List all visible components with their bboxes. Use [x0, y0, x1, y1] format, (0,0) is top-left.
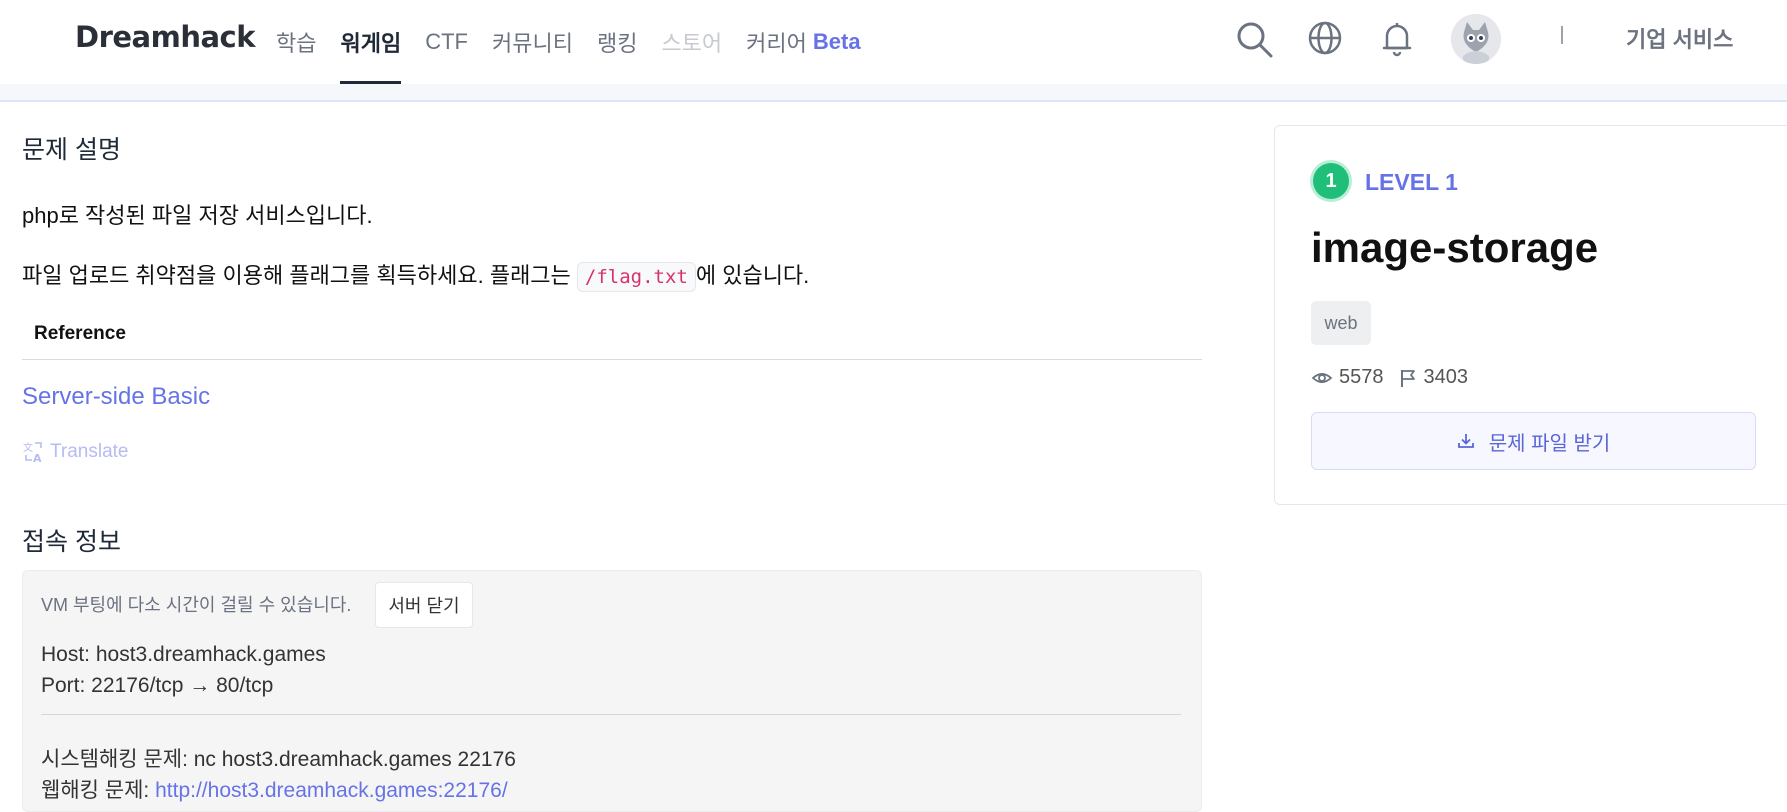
problem-description-title: 문제 설명 [22, 136, 121, 164]
system-hacking-command: 시스템해킹 문제: nc host3.dreamhack.games 22176 [41, 748, 516, 771]
host-info: Host: host3.dreamhack.games [41, 643, 326, 666]
description-text-before: 파일 업로드 취약점을 이용해 플래그를 획득하세요. 플래그는 [22, 263, 577, 288]
nav-wargame[interactable]: 워게임 [340, 0, 401, 84]
download-challenge-file-button[interactable]: 문제 파일 받기 [1311, 412, 1756, 470]
flag-icon [1400, 369, 1415, 387]
reference-header: Reference [34, 323, 126, 344]
connection-info-title: 접속 정보 [22, 528, 121, 556]
web-hacking-label: 웹해킹 문제: [41, 779, 156, 802]
nav-ctf[interactable]: CTF [425, 0, 468, 84]
download-label: 문제 파일 받기 [1488, 432, 1611, 455]
top-header: Dreamhack 학습 워게임 CTF 커뮤니티 랭킹 스토어 커리어 Beta… [0, 0, 1787, 85]
challenge-stats: 5578 3403 [1311, 366, 1482, 389]
header-strip [0, 84, 1787, 102]
nav-learning[interactable]: 학습 [276, 0, 316, 84]
level-badge: 1 [1313, 163, 1349, 199]
reference-divider [22, 359, 1202, 360]
close-server-button[interactable]: 서버 닫기 [375, 582, 473, 628]
search-icon[interactable] [1233, 18, 1275, 60]
description-text-after: 에 있습니다. [695, 263, 810, 288]
solves-count: 3403 [1423, 366, 1469, 388]
beta-badge: Beta [812, 29, 861, 54]
solves-stat: 3403 [1398, 366, 1469, 389]
svg-text:A: A [33, 452, 42, 464]
web-hacking-link[interactable]: http://host3.dreamhack.games:22176/ [155, 779, 508, 802]
enterprise-service-link[interactable]: 기업 서비스 [1626, 22, 1733, 54]
views-count: 5578 [1339, 366, 1384, 388]
connection-info-box: VM 부팅에 다소 시간이 걸릴 수 있습니다. 서버 닫기 Host: hos… [22, 570, 1202, 812]
svg-text:文: 文 [23, 441, 33, 454]
nav-community[interactable]: 커뮤니티 [492, 0, 573, 84]
globe-icon[interactable] [1304, 18, 1346, 60]
translate-icon: 文 A [23, 441, 42, 464]
reference-link-server-side-basic[interactable]: Server-side Basic [22, 383, 210, 411]
dreamhack-logo[interactable]: Dreamhack [75, 20, 256, 54]
download-icon [1457, 434, 1474, 448]
challenge-title: image-storage [1311, 224, 1599, 271]
nav-store[interactable]: 스토어 [661, 0, 722, 84]
eye-icon [1311, 372, 1333, 383]
level-label: LEVEL 1 [1365, 169, 1458, 195]
vm-boot-note: VM 부팅에 다소 시간이 걸릴 수 있습니다. [41, 595, 352, 615]
nav-career[interactable]: 커리어 Beta [746, 0, 860, 84]
connection-divider [41, 714, 1181, 715]
nav-ranking[interactable]: 랭킹 [597, 0, 637, 84]
challenge-card: 1 LEVEL 1 image-storage web 5578 3403 문제… [1274, 125, 1787, 505]
user-avatar[interactable] [1451, 14, 1501, 64]
flag-path-code: /flag.txt [576, 262, 696, 292]
description-line-2: 파일 업로드 취약점을 이용해 플래그를 획득하세요. 플래그는 /flag.t… [22, 258, 810, 292]
bell-icon[interactable] [1376, 18, 1418, 60]
translate-label: Translate [50, 441, 129, 462]
translate-button[interactable]: 文 A Translate [22, 440, 129, 464]
main-nav: 학습 워게임 CTF 커뮤니티 랭킹 스토어 커리어 Beta [276, 0, 885, 84]
category-tag[interactable]: web [1311, 301, 1371, 345]
description-line-1: php로 작성된 파일 저장 서비스입니다. [22, 203, 373, 228]
header-separator [1561, 26, 1563, 44]
views-stat: 5578 [1311, 366, 1384, 389]
port-info: Port: 22176/tcp → 80/tcp [41, 674, 274, 697]
